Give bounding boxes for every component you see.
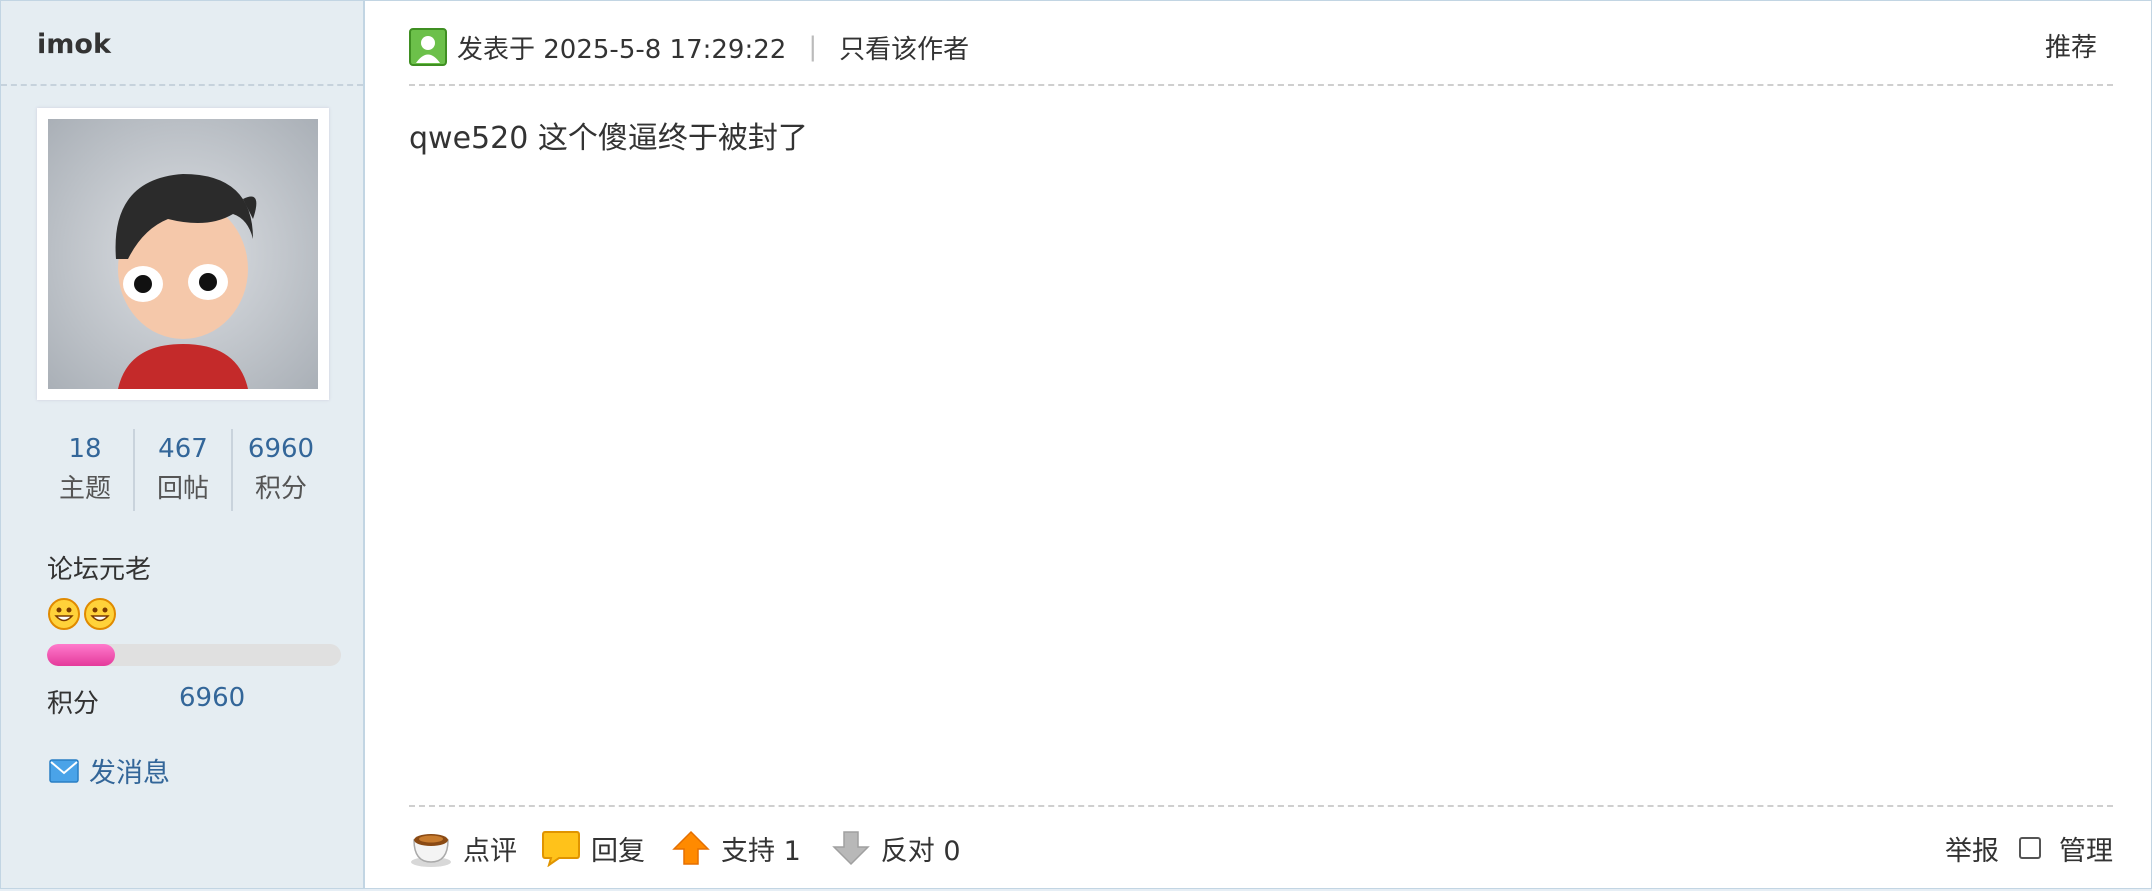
oppose-label: 反对 0 xyxy=(880,835,961,867)
only-author-link[interactable]: 只看该作者 xyxy=(839,29,969,66)
points-label: 积分 xyxy=(47,689,100,719)
envelope-icon xyxy=(49,758,79,783)
points-row: 积分 6960 xyxy=(47,683,245,720)
post-container: imok 18 主题 467 回帖 6960 积分 论坛元老 积分 6960 发… xyxy=(0,0,2152,889)
stat-points[interactable]: 6960 积分 xyxy=(231,429,329,511)
stat-replies-value[interactable]: 467 xyxy=(135,429,231,469)
send-message-label: 发消息 xyxy=(89,758,170,789)
support-button[interactable]: 支持 1 xyxy=(671,829,801,868)
chat-bubble-icon xyxy=(542,831,580,867)
post-content: qwe520 这个傻逼终于被封了 xyxy=(409,121,808,156)
stat-replies-label: 回帖 xyxy=(156,474,209,504)
comment-label: 点评 xyxy=(463,835,517,867)
down-arrow-icon xyxy=(831,831,870,866)
stat-replies[interactable]: 467 回帖 xyxy=(133,429,231,511)
author-stats: 18 主题 467 回帖 6960 积分 xyxy=(37,429,329,511)
smiley-icon xyxy=(84,598,116,630)
manage-link[interactable]: 管理 xyxy=(2059,829,2113,868)
smiley-icon xyxy=(48,598,80,630)
send-message-link[interactable]: 发消息 xyxy=(49,751,170,790)
post-actions: 点评 回复 支持 1 反对 0 xyxy=(409,823,961,873)
post-main: 发表于 2025-5-8 17:29:22 | 只看该作者 推荐 qwe520 … xyxy=(365,1,2151,888)
coffee-cup-icon xyxy=(411,834,451,867)
up-arrow-icon xyxy=(672,830,710,865)
stat-points-value[interactable]: 6960 xyxy=(233,429,329,469)
rank-stars xyxy=(47,597,117,631)
level-progress-fill xyxy=(47,644,115,666)
header-divider xyxy=(409,84,2113,86)
stat-topics-value[interactable]: 18 xyxy=(37,429,133,469)
sidebar-divider xyxy=(1,84,363,86)
meta-divider: | xyxy=(808,32,818,62)
level-progress-bar xyxy=(47,644,341,666)
oppose-button[interactable]: 反对 0 xyxy=(831,829,961,868)
stat-topics[interactable]: 18 主题 xyxy=(37,429,133,511)
author-rank[interactable]: 论坛元老 xyxy=(47,549,151,586)
author-sidebar: imok 18 主题 467 回帖 6960 积分 论坛元老 积分 6960 发… xyxy=(1,1,365,888)
post-meta-bar: 发表于 2025-5-8 17:29:22 | 只看该作者 xyxy=(409,25,2111,69)
avatar-image xyxy=(48,119,318,389)
manage-checkbox[interactable] xyxy=(2019,837,2041,859)
stat-points-label: 积分 xyxy=(254,474,307,504)
post-admin-actions: 举报 管理 xyxy=(1945,823,2113,873)
report-link[interactable]: 举报 xyxy=(1945,829,1999,868)
author-username[interactable]: imok xyxy=(37,29,111,60)
footer-divider xyxy=(409,805,2113,807)
user-icon xyxy=(409,28,447,66)
stat-topics-label: 主题 xyxy=(58,474,111,504)
avatar[interactable] xyxy=(37,108,329,400)
reply-button[interactable]: 回复 xyxy=(541,829,645,868)
support-label: 支持 1 xyxy=(721,835,801,867)
recommend-link[interactable]: 推荐 xyxy=(2045,27,2097,64)
post-timestamp: 发表于 2025-5-8 17:29:22 xyxy=(457,34,787,65)
points-value: 6960 xyxy=(179,683,246,713)
comment-button[interactable]: 点评 xyxy=(409,828,517,868)
reply-label: 回复 xyxy=(591,835,645,867)
